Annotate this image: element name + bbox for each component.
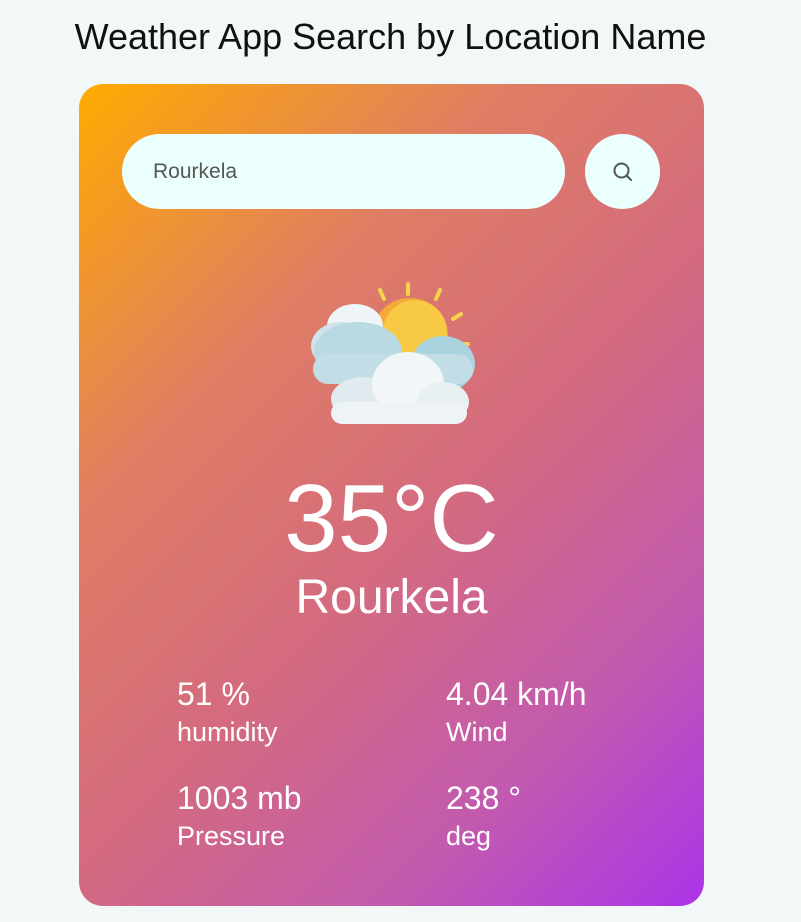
weather-card: Rourkela 35°C Rourkela 51 % humidity 4.0…	[79, 84, 704, 906]
search-button[interactable]	[585, 134, 660, 209]
temperature-value: 35°C	[284, 465, 499, 572]
pressure-label: Pressure	[177, 821, 286, 851]
partly-cloudy-icon	[311, 282, 475, 424]
wind-value: 4.04 km/h	[446, 676, 587, 712]
humidity-detail: 51 % humidity	[177, 676, 397, 748]
city-name: Rourkela	[295, 571, 488, 624]
wind-direction-detail: 238 ° deg	[446, 780, 666, 852]
search-input-value[interactable]: Rourkela	[153, 160, 237, 184]
wind-label: Wind	[446, 717, 508, 747]
search-input[interactable]: Rourkela	[122, 134, 565, 209]
wind-direction-value: 238 °	[446, 780, 522, 816]
page-title: Weather App Search by Location Name	[74, 16, 707, 57]
pressure-detail: 1003 mb Pressure	[177, 780, 397, 852]
search-icon	[613, 162, 632, 181]
humidity-label: humidity	[177, 717, 278, 747]
wind-direction-label: deg	[446, 821, 492, 851]
humidity-value: 51 %	[177, 676, 250, 712]
pressure-value: 1003 mb	[177, 780, 302, 816]
wind-detail: 4.04 km/h Wind	[446, 676, 666, 748]
